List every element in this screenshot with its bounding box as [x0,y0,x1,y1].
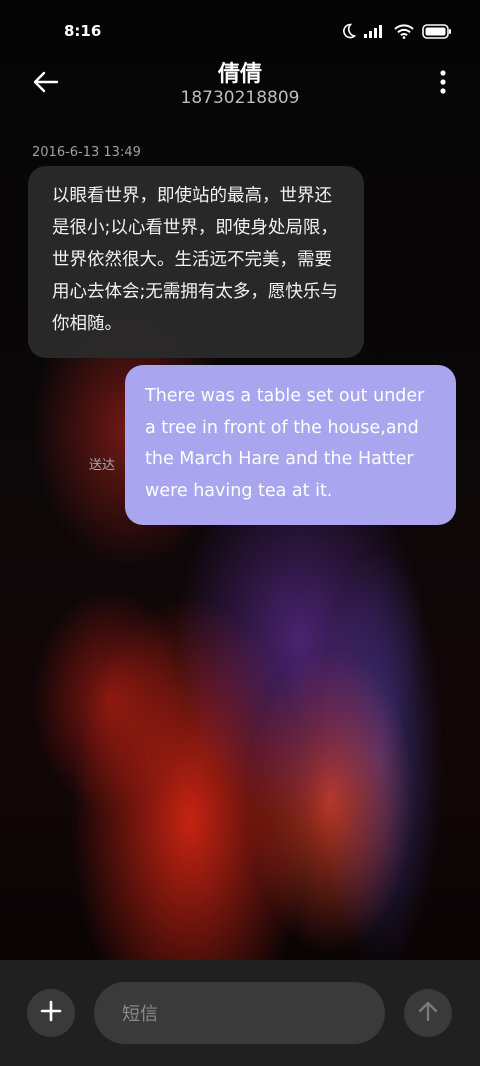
battery-icon [422,23,452,39]
conversation-header: 倩倩 18730218809 [0,52,480,116]
sms-input[interactable]: 短信 [94,982,385,1044]
composer-bar: 短信 [0,960,480,1066]
delivery-status: 送达 [89,458,116,473]
send-arrow-up-icon [416,999,440,1027]
outgoing-message-bubble[interactable]: There was a table set out under a tree i… [125,365,456,525]
add-attachment-button[interactable] [27,989,75,1037]
signal-icon [364,24,386,38]
incoming-message-bubble[interactable]: 以眼看世界，即使站的最高，世界还是很小;以心看世界，即使身处局限，世界依然很大。… [28,166,364,358]
sms-input-placeholder: 短信 [122,1004,158,1025]
send-button[interactable] [404,989,452,1037]
more-options-button[interactable] [438,68,448,96]
plus-icon [39,999,63,1027]
contact-number: 18730218809 [180,88,300,108]
wifi-icon [394,23,414,39]
messaging-screen: 8:16 倩倩 18730218809 2016-6-13 13:49 以眼看世… [0,0,480,1066]
moon-icon [340,23,356,39]
status-icons [340,23,452,39]
contact-name: 倩倩 [217,62,262,87]
message-timestamp: 2016-6-13 13:49 [32,145,141,160]
status-time: 8:16 [64,22,102,40]
more-vertical-icon [438,70,448,100]
